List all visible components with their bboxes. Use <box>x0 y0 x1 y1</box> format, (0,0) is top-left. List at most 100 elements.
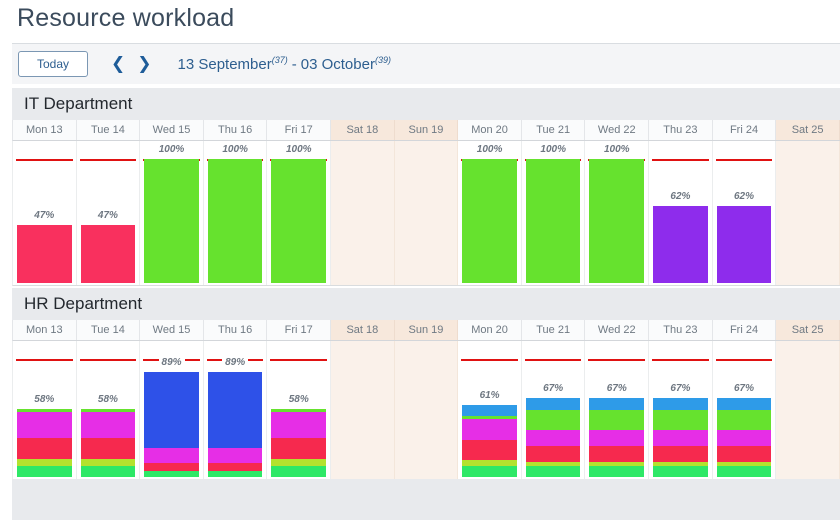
day-header-cell: Sat 25 <box>776 320 840 340</box>
day-header-cell: Tue 14 <box>77 320 141 340</box>
bar-segment <box>208 448 263 463</box>
bar-segment <box>717 430 772 447</box>
day-cell <box>776 141 840 285</box>
workload-bar <box>208 372 263 477</box>
next-button[interactable]: ❯ <box>135 54 153 75</box>
workload-bar <box>653 398 708 477</box>
bar-segment <box>526 446 581 461</box>
capacity-line <box>270 359 327 361</box>
date-navigation: ❮ ❯ <box>109 54 154 75</box>
bar-value-text: 58% <box>286 394 312 405</box>
bar-value-text: 67% <box>731 383 757 394</box>
prev-button[interactable]: ❮ <box>109 54 127 75</box>
capacity-line <box>80 159 137 161</box>
day-header-cell: Mon 13 <box>13 120 77 140</box>
bar-value-text: 62% <box>731 191 757 202</box>
day-header-cell: Sat 18 <box>331 120 395 140</box>
bar-value-label: 58% <box>9 394 80 406</box>
bar-segment <box>589 159 644 283</box>
bar-value-text: 100% <box>474 144 506 155</box>
capacity-line <box>652 159 709 161</box>
date-range-start-week: (37) <box>272 55 288 65</box>
bar-segment <box>81 459 136 466</box>
bar-segment <box>717 410 772 430</box>
bar-segment <box>208 372 263 448</box>
date-range-end: 03 October <box>301 56 375 73</box>
bar-segment <box>653 466 708 477</box>
workload-bar <box>81 409 136 477</box>
day-header-cell: Mon 20 <box>458 320 522 340</box>
page-title: Resource workload <box>17 4 234 33</box>
bar-value-label: 62% <box>645 191 716 203</box>
bar-segment <box>526 159 581 283</box>
bar-segment <box>271 438 326 459</box>
date-range-end-week: (39) <box>375 55 391 65</box>
workload-bar <box>526 398 581 477</box>
section-header: IT Department <box>12 88 840 120</box>
day-cell: 58% <box>77 341 141 479</box>
workload-chart-row: 58%58%89%89%58%61%67%67%67%67% <box>12 341 840 480</box>
day-header-cell: Tue 14 <box>77 120 141 140</box>
bar-value-text: 47% <box>31 210 57 221</box>
day-header-cell: Sat 25 <box>776 120 840 140</box>
bar-value-text: 89% <box>159 357 185 368</box>
bar-value-label: 89% <box>136 357 207 369</box>
bar-value-text: 58% <box>31 394 57 405</box>
bar-segment <box>653 398 708 410</box>
day-header-cell: Tue 21 <box>522 320 586 340</box>
workload-bar <box>17 409 72 477</box>
workload-bar <box>589 159 644 283</box>
day-header-cell: Fri 17 <box>267 120 331 140</box>
bar-value-text: 100% <box>537 144 569 155</box>
day-cell <box>776 341 840 479</box>
workload-bar <box>208 159 263 283</box>
bar-segment <box>717 398 772 410</box>
bar-segment <box>17 466 72 477</box>
date-range-start: 13 September <box>178 56 272 73</box>
capacity-line <box>16 159 73 161</box>
day-header-cell: Wed 15 <box>140 120 204 140</box>
day-cell: 67% <box>585 341 649 479</box>
bar-value-label: 61% <box>454 390 525 402</box>
bar-segment <box>271 159 326 283</box>
bar-value-label: 100% <box>454 144 525 156</box>
workload-bar <box>81 225 136 283</box>
capacity-line <box>16 359 73 361</box>
day-header-cell: Sun 19 <box>395 320 459 340</box>
bar-segment <box>589 446 644 461</box>
day-cell <box>331 141 395 285</box>
bar-value-text: 47% <box>95 210 121 221</box>
bar-value-label: 47% <box>73 210 144 222</box>
day-cell: 100% <box>140 141 204 285</box>
day-header-row: Mon 13Tue 14Wed 15Thu 16Fri 17Sat 18Sun … <box>12 320 840 341</box>
bar-value-text: 67% <box>604 383 630 394</box>
bar-segment <box>653 430 708 447</box>
bar-segment <box>144 448 199 463</box>
day-cell: 100% <box>204 141 268 285</box>
bar-segment <box>271 466 326 477</box>
bar-segment <box>653 206 708 283</box>
bar-segment <box>17 412 72 438</box>
bar-segment <box>653 446 708 461</box>
chevron-left-icon: ❮ <box>111 54 125 74</box>
day-header-cell: Mon 20 <box>458 120 522 140</box>
bar-segment <box>526 398 581 410</box>
bar-segment <box>526 466 581 477</box>
bar-value-label: 58% <box>263 394 334 406</box>
bar-segment <box>81 225 136 283</box>
workload-bar <box>589 398 644 477</box>
workload-bar <box>653 206 708 283</box>
bar-segment <box>81 438 136 459</box>
day-cell: 61% <box>458 341 522 479</box>
day-header-cell: Fri 24 <box>713 320 777 340</box>
bar-segment <box>526 430 581 447</box>
bar-segment <box>81 412 136 438</box>
day-cell: 100% <box>522 141 586 285</box>
bar-value-text: 62% <box>667 191 693 202</box>
today-button[interactable]: Today <box>18 51 88 77</box>
bar-value-label: 100% <box>136 144 207 156</box>
day-cell: 67% <box>649 341 713 479</box>
bar-segment <box>17 438 72 459</box>
bar-segment <box>589 410 644 430</box>
bar-value-text: 61% <box>477 390 503 401</box>
